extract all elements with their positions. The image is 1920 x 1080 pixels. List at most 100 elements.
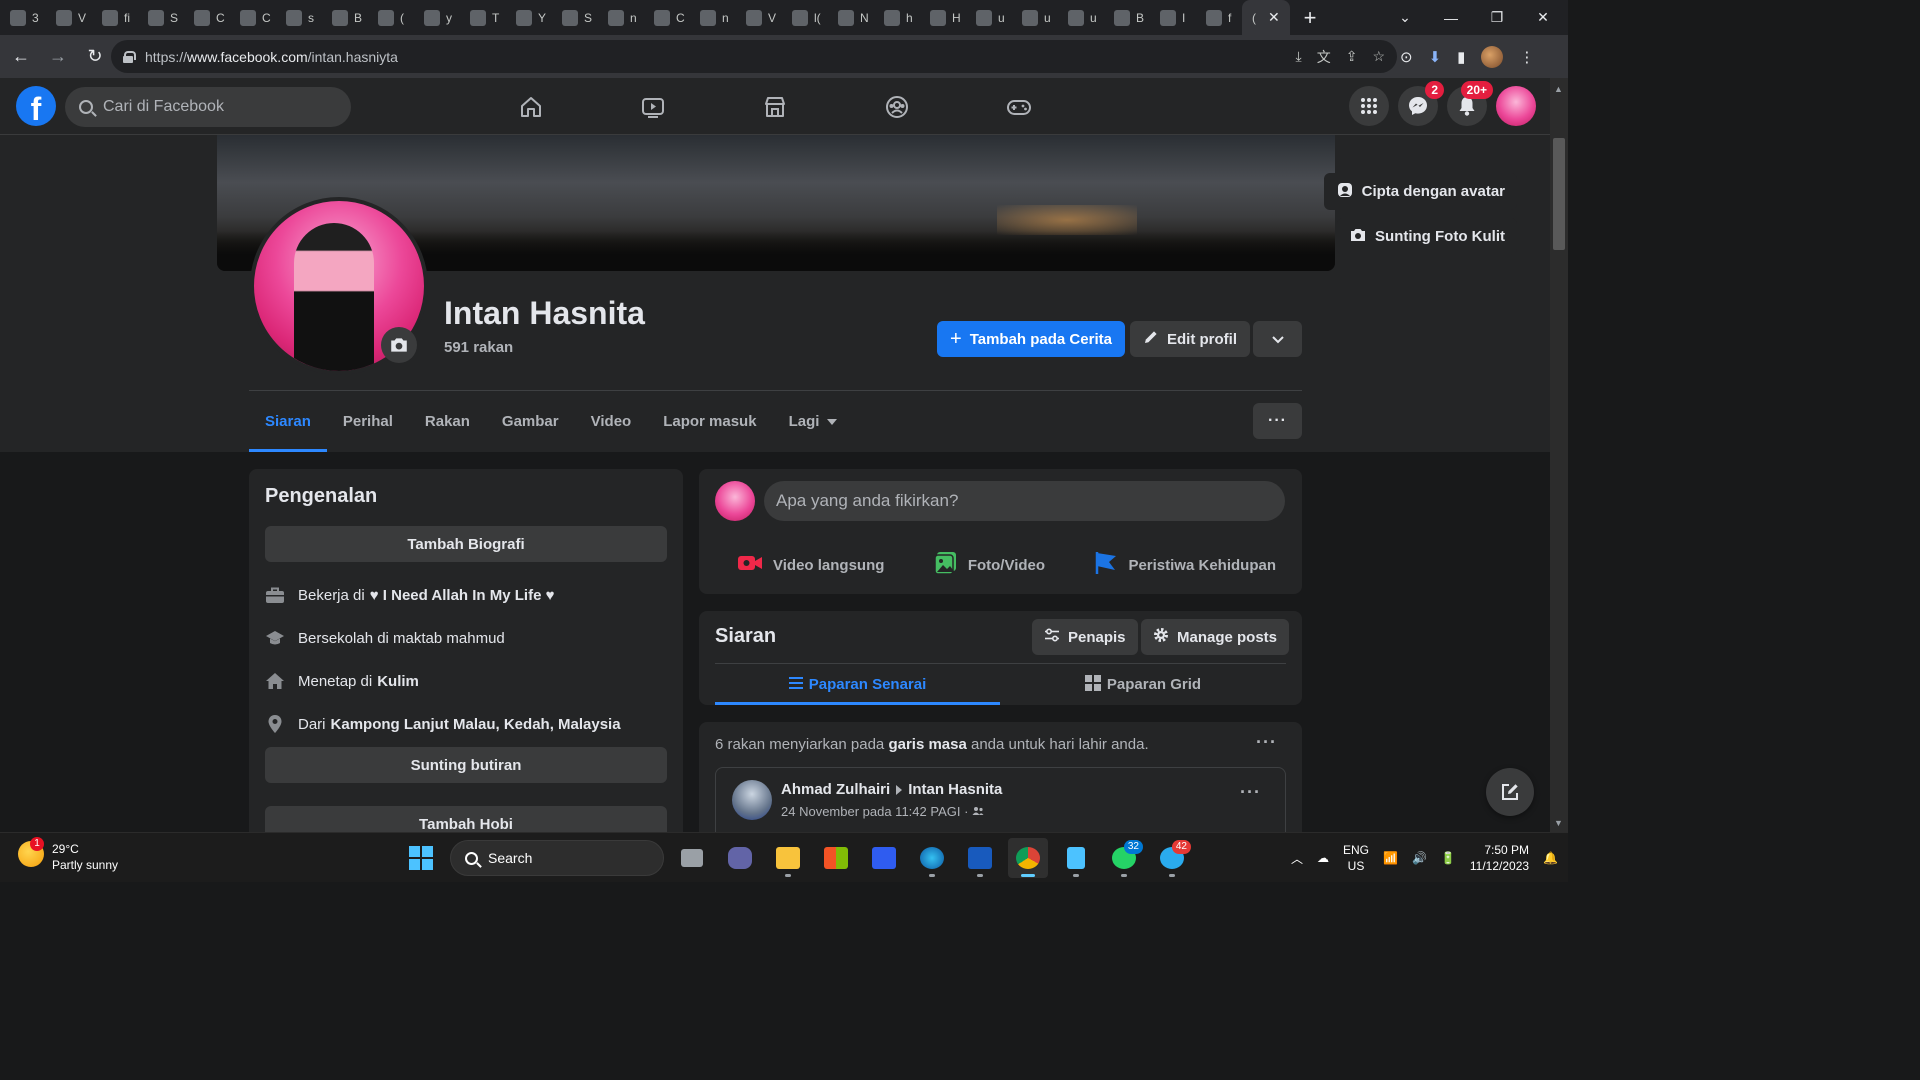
browser-tab[interactable]: n — [690, 0, 736, 35]
friends-count[interactable]: 591 rakan — [444, 339, 513, 356]
wifi-icon[interactable]: 📶 — [1383, 851, 1398, 865]
page-scrollbar[interactable]: ▲ ▼ — [1550, 78, 1568, 832]
browser-tab[interactable]: 3 — [0, 0, 46, 35]
browser-tab[interactable]: B — [322, 0, 368, 35]
browser-tab-active[interactable]: ( ✕ — [1242, 0, 1290, 35]
new-message-compose-icon[interactable] — [1486, 768, 1534, 816]
scroll-up-icon[interactable]: ▲ — [1554, 84, 1563, 94]
close-tab-icon[interactable]: ✕ — [1268, 9, 1280, 26]
scrollbar-thumb[interactable] — [1553, 138, 1565, 250]
more-options-ellipsis-button[interactable]: ··· — [1253, 403, 1302, 439]
side-panel-icon[interactable]: ▮ — [1457, 48, 1465, 66]
word-icon[interactable] — [960, 838, 1000, 878]
add-bio-button[interactable]: Tambah Biografi — [265, 526, 667, 562]
intro-from-place[interactable]: Kampong Lanjut Malau, Kedah, Malaysia — [331, 716, 621, 733]
marketplace-nav-icon[interactable] — [714, 78, 836, 135]
browser-tab[interactable]: N — [828, 0, 874, 35]
vpn-app-icon[interactable] — [864, 838, 904, 878]
translate-icon[interactable]: 文 — [1317, 47, 1331, 67]
profile-avatar[interactable] — [1481, 45, 1504, 68]
list-view-tab[interactable]: Paparan Senarai — [715, 664, 1000, 705]
menu-grid-icon[interactable] — [1349, 86, 1389, 126]
menu-kebab-icon[interactable]: ⋮ — [1519, 48, 1534, 66]
browser-tab[interactable]: T — [460, 0, 506, 35]
task-view-icon[interactable] — [672, 838, 712, 878]
browser-tab[interactable]: Y — [506, 0, 552, 35]
browser-tab[interactable]: S — [552, 0, 598, 35]
tab-videos[interactable]: Video — [575, 391, 648, 452]
edit-profile-button[interactable]: Edit profil — [1130, 321, 1250, 357]
windows-start-icon[interactable] — [400, 837, 442, 879]
browser-tab[interactable]: C — [644, 0, 690, 35]
intro-lives-place[interactable]: Kulim — [377, 673, 419, 690]
teams-chat-icon[interactable] — [720, 838, 760, 878]
address-bar[interactable]: https://www.facebook.com/intan.hasniyta … — [111, 40, 1397, 73]
minimize-button[interactable]: — — [1428, 0, 1474, 35]
browser-tab[interactable]: s — [276, 0, 322, 35]
close-window-button[interactable]: ✕ — [1520, 0, 1566, 35]
intro-work-place[interactable]: ♥ I Need Allah In My Life ♥ — [370, 587, 555, 604]
volume-icon[interactable]: 🔊 — [1412, 851, 1427, 865]
onedrive-cloud-icon[interactable]: ☁ — [1317, 851, 1329, 865]
messenger-icon[interactable]: 2 — [1398, 81, 1444, 126]
tab-posts[interactable]: Siaran — [249, 391, 327, 452]
language-indicator[interactable]: ENG US — [1343, 842, 1369, 874]
birthday-more-icon[interactable]: ··· — [1256, 732, 1277, 753]
browser-tab[interactable]: S — [138, 0, 184, 35]
chevron-up-icon[interactable]: ︿ — [1291, 850, 1303, 867]
edge-browser-icon[interactable] — [912, 838, 952, 878]
manage-posts-button[interactable]: Manage posts — [1141, 619, 1290, 655]
post-more-icon[interactable]: ··· — [1240, 782, 1261, 803]
home-nav-icon[interactable] — [470, 78, 592, 135]
gaming-nav-icon[interactable] — [958, 78, 1080, 135]
timeline-link[interactable]: garis masa — [888, 736, 966, 753]
create-avatar-button[interactable]: Cipta dengan avatar — [1323, 173, 1517, 210]
post-time-text[interactable]: 24 November pada 11:42 PAGI · — [781, 804, 968, 819]
bookmark-star-icon[interactable]: ☆ — [1372, 48, 1385, 65]
live-video-button[interactable]: Video langsung — [737, 545, 884, 585]
extension-icon[interactable]: ⊙ — [1400, 48, 1413, 66]
tab-check-ins[interactable]: Lapor masuk — [647, 391, 772, 452]
notepad-icon[interactable] — [1056, 838, 1096, 878]
browser-tab[interactable]: fi — [92, 0, 138, 35]
back-icon[interactable]: ← — [5, 41, 37, 73]
restore-button[interactable]: ❐ — [1474, 0, 1520, 35]
life-event-button[interactable]: Peristiwa Kehidupan — [1094, 545, 1276, 585]
share-icon[interactable]: ⇪ — [1346, 48, 1358, 65]
browser-tab[interactable]: u — [1058, 0, 1104, 35]
tab-about[interactable]: Perihal — [327, 391, 409, 452]
update-profile-picture-camera-icon[interactable] — [381, 327, 417, 363]
taskbar-search[interactable]: Search — [450, 840, 664, 876]
scroll-down-icon[interactable]: ▼ — [1554, 818, 1563, 828]
browser-tab[interactable]: ( — [368, 0, 414, 35]
grid-view-tab[interactable]: Paparan Grid — [1000, 664, 1286, 705]
chrome-icon[interactable] — [1008, 838, 1048, 878]
forward-icon[interactable]: → — [42, 41, 74, 73]
browser-tab[interactable]: V — [736, 0, 782, 35]
browser-tab[interactable]: H — [920, 0, 966, 35]
browser-tab[interactable]: C — [184, 0, 230, 35]
download-icon[interactable]: ⬇ — [1429, 48, 1442, 66]
browser-tab[interactable]: u — [966, 0, 1012, 35]
browser-tab[interactable]: h — [874, 0, 920, 35]
new-tab-button[interactable]: + — [1290, 5, 1330, 31]
post-target-name[interactable]: Intan Hasnita — [908, 781, 1002, 798]
add-to-story-button[interactable]: + Tambah pada Cerita — [937, 321, 1125, 357]
tab-friends[interactable]: Rakan — [409, 391, 486, 452]
tab-search-icon[interactable]: ⌄ — [1382, 0, 1428, 35]
whats-on-your-mind-input[interactable]: Apa yang anda fikirkan? — [764, 481, 1285, 521]
whatsapp-icon[interactable]: 32 — [1104, 838, 1144, 878]
post-author-name[interactable]: Ahmad Zulhairi — [781, 781, 890, 798]
telegram-icon[interactable]: 42 — [1152, 838, 1192, 878]
composer-avatar[interactable] — [715, 481, 755, 521]
browser-tab[interactable]: V — [46, 0, 92, 35]
clock[interactable]: 7:50 PM 11/12/2023 — [1470, 842, 1529, 874]
install-app-icon[interactable]: ⤓ — [1296, 48, 1302, 65]
browser-tab[interactable]: y — [414, 0, 460, 35]
battery-icon[interactable]: 🔋 — [1441, 851, 1456, 865]
browser-tab[interactable]: I — [1150, 0, 1196, 35]
edit-details-button[interactable]: Sunting butiran — [265, 747, 667, 783]
groups-nav-icon[interactable] — [836, 78, 958, 135]
lock-icon[interactable] — [123, 50, 136, 63]
watch-nav-icon[interactable] — [592, 78, 714, 135]
